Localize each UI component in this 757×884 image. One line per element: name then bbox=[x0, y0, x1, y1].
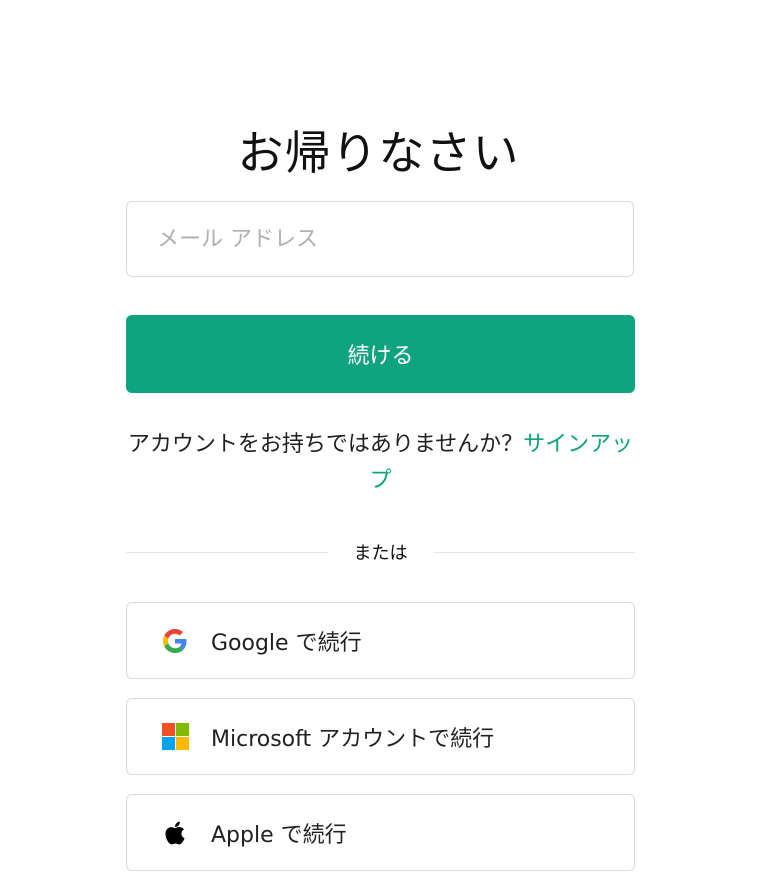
signup-prompt: アカウントをお持ちではありませんか？サインアップ bbox=[126, 427, 635, 499]
apple-login-button[interactable]: Apple で続行 bbox=[126, 794, 635, 871]
page-title: お帰りなさい bbox=[237, 125, 520, 180]
continue-button[interactable]: 続ける bbox=[126, 315, 635, 393]
google-icon bbox=[161, 627, 189, 655]
divider-line-left bbox=[126, 551, 328, 553]
divider-label: または bbox=[353, 543, 408, 564]
microsoft-icon bbox=[161, 723, 189, 751]
microsoft-login-button[interactable]: Microsoft アカウントで続行 bbox=[126, 698, 635, 775]
email-input[interactable] bbox=[127, 202, 633, 276]
google-login-label: Google で続行 bbox=[211, 630, 362, 656]
microsoft-login-label: Microsoft アカウントで続行 bbox=[211, 726, 495, 752]
apple-icon bbox=[161, 819, 189, 847]
google-login-button[interactable]: Google で続行 bbox=[126, 602, 635, 679]
signup-prompt-text: アカウントをお持ちではありませんか？ bbox=[127, 432, 524, 457]
apple-login-label: Apple で続行 bbox=[211, 822, 347, 848]
divider: または bbox=[126, 538, 635, 566]
email-field-container[interactable] bbox=[126, 201, 634, 277]
divider-line-right bbox=[433, 551, 635, 553]
